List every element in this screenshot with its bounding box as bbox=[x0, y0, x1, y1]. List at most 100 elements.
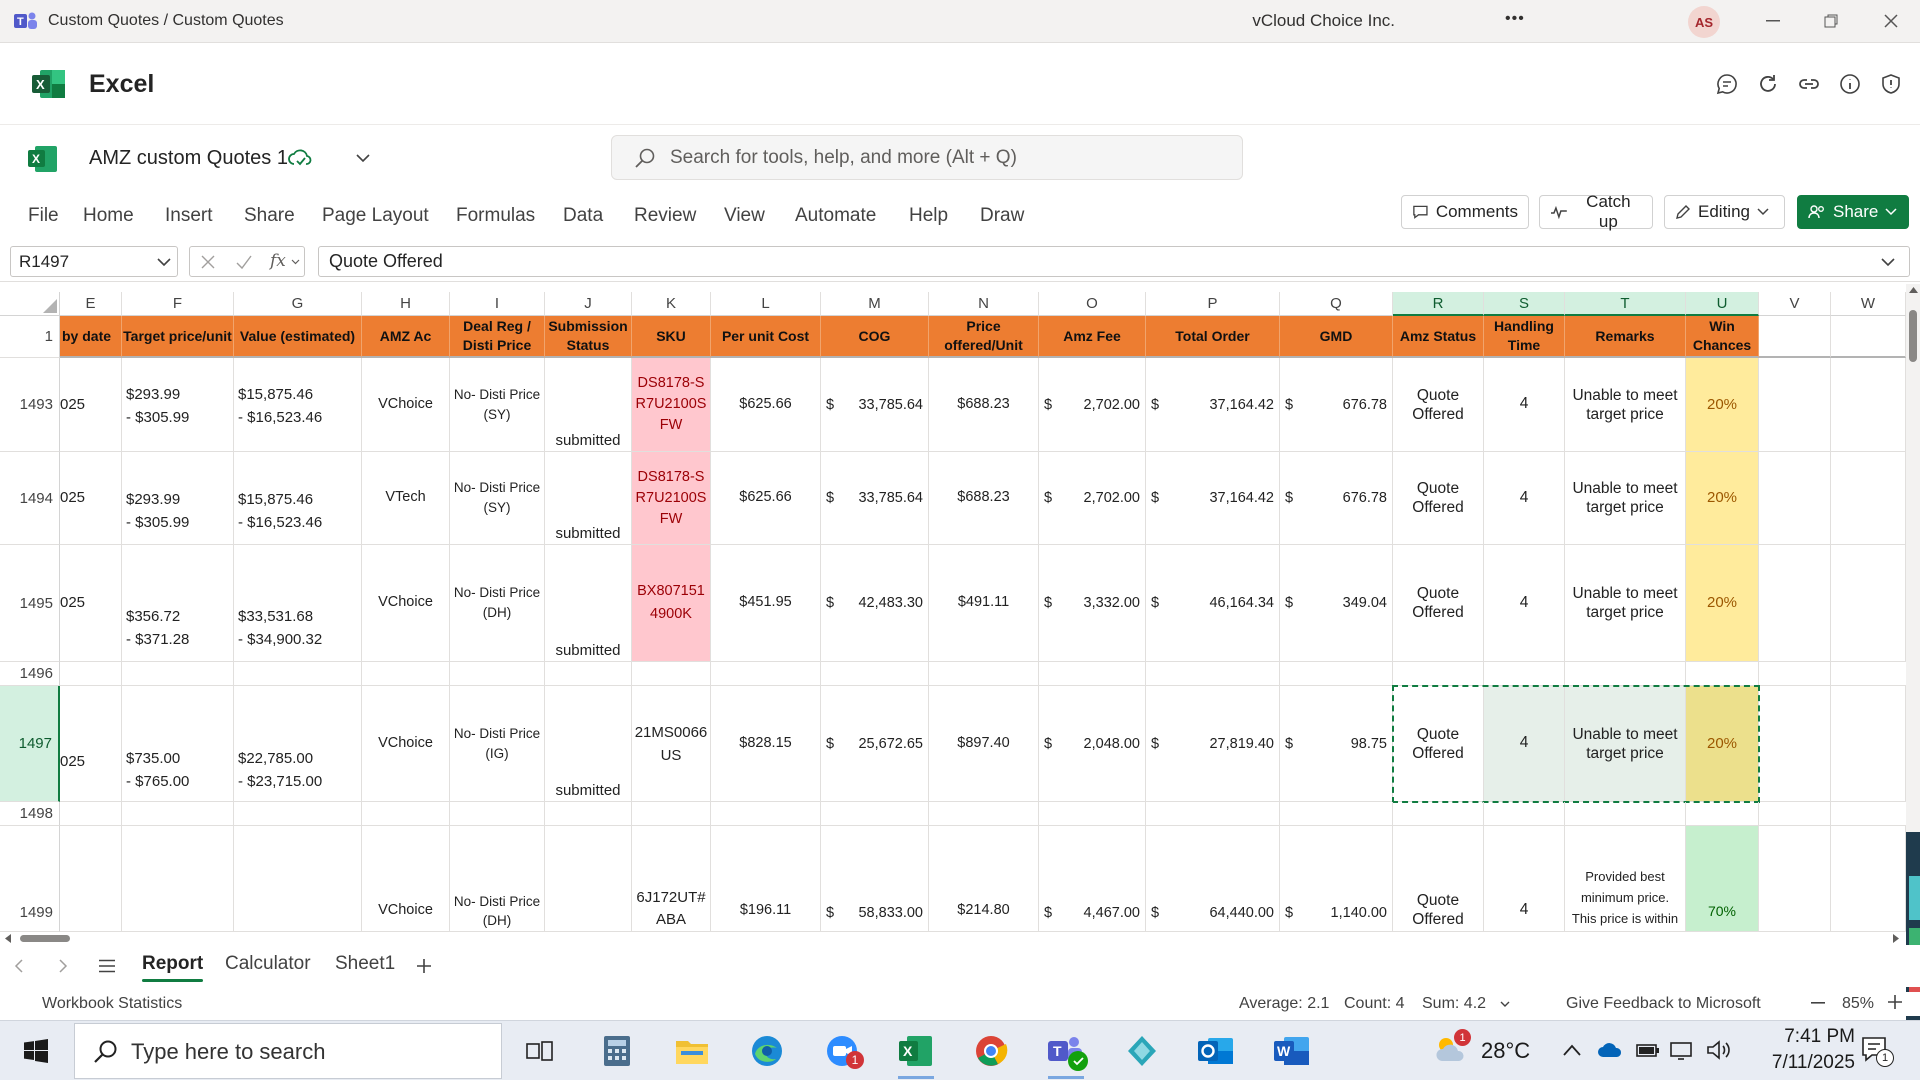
windows-start-icon[interactable] bbox=[14, 1029, 58, 1073]
tab-file[interactable]: File bbox=[28, 201, 59, 231]
editing-mode-button[interactable]: Editing bbox=[1664, 195, 1785, 229]
header-cell[interactable]: Amz Fee bbox=[1039, 316, 1146, 358]
share-button[interactable]: Share bbox=[1797, 195, 1909, 229]
name-box[interactable]: R1497 bbox=[10, 246, 178, 277]
submission-status-cell[interactable]: submitted bbox=[545, 545, 632, 662]
total-order-cell[interactable]: $46,164.34 bbox=[1146, 545, 1280, 662]
deal-reg-cell[interactable]: No- Disti Price (SY) bbox=[450, 452, 545, 545]
comments-button[interactable]: Comments bbox=[1401, 195, 1529, 229]
header-cell[interactable]: Win Chances bbox=[1686, 316, 1759, 358]
cancel-icon[interactable] bbox=[200, 254, 216, 270]
unit-cost-cell[interactable]: $828.15 bbox=[711, 686, 821, 802]
submission-status-cell[interactable]: submitted bbox=[545, 358, 632, 452]
deal-reg-cell[interactable]: No- Disti Price (IG) bbox=[450, 686, 545, 802]
total-order-cell[interactable]: $37,164.42 bbox=[1146, 452, 1280, 545]
deal-reg-cell[interactable]: No- Disti Price (DH) bbox=[450, 826, 545, 932]
row-header[interactable]: 1498 bbox=[0, 802, 60, 826]
tab-automate[interactable]: Automate bbox=[795, 201, 876, 231]
header-cell[interactable]: Submission Status bbox=[545, 316, 632, 358]
temperature[interactable]: 28°C bbox=[1481, 1038, 1530, 1064]
row-header[interactable]: 1493 bbox=[0, 358, 60, 452]
column-header-w[interactable]: W bbox=[1831, 292, 1906, 316]
tab-view[interactable]: View bbox=[724, 201, 765, 231]
sku-cell[interactable]: 6J172UT# ABA bbox=[632, 826, 711, 932]
amz-fee-cell[interactable]: $2,048.00 bbox=[1039, 686, 1146, 802]
handling-time-cell[interactable]: 4 bbox=[1484, 358, 1565, 452]
unit-cost-cell[interactable]: $451.95 bbox=[711, 545, 821, 662]
search-input[interactable] bbox=[670, 145, 1210, 171]
chevron-down-icon[interactable] bbox=[1500, 1001, 1510, 1008]
column-header-h[interactable]: H bbox=[362, 292, 450, 316]
sheet-tab-report[interactable]: Report bbox=[142, 953, 204, 982]
submission-status-cell[interactable]: submitted bbox=[545, 686, 632, 802]
info-icon[interactable] bbox=[1837, 71, 1863, 97]
empty-cell[interactable] bbox=[1759, 452, 1831, 545]
unit-cost-cell[interactable]: $625.66 bbox=[711, 358, 821, 452]
amz-status-cell[interactable]: Quote Offered bbox=[1393, 545, 1484, 662]
column-header-m[interactable]: M bbox=[821, 292, 929, 316]
zoom-app-icon[interactable]: 1 bbox=[820, 1029, 864, 1073]
column-header-p[interactable]: P bbox=[1146, 292, 1280, 316]
zoom-out-icon[interactable] bbox=[1811, 1002, 1825, 1005]
column-header-r[interactable]: R bbox=[1393, 292, 1484, 316]
empty-cell[interactable] bbox=[60, 826, 122, 932]
row-header[interactable]: 1499 bbox=[0, 826, 60, 932]
more-options-icon[interactable]: ••• bbox=[1505, 10, 1525, 28]
empty-cell[interactable] bbox=[545, 826, 632, 932]
target-price-cell[interactable]: $293.99 - $305.99 bbox=[122, 452, 234, 545]
tab-data[interactable]: Data bbox=[563, 201, 603, 231]
spreadsheet-grid[interactable]: E F G H I J K L M N O P Q R S T U V W 1 … bbox=[0, 292, 1906, 932]
row-header[interactable]: 1 bbox=[0, 316, 60, 358]
tab-share[interactable]: Share bbox=[244, 201, 295, 231]
empty-cell[interactable] bbox=[1759, 686, 1831, 802]
catch-up-button[interactable]: Catch up bbox=[1539, 192, 1653, 231]
tab-formulas[interactable]: Formulas bbox=[456, 201, 535, 231]
clock-date[interactable]: 7/11/2025 bbox=[1745, 1052, 1855, 1074]
header-cell[interactable]: AMZ Ac bbox=[362, 316, 450, 358]
date-cell[interactable]: 025 bbox=[60, 452, 122, 545]
empty-row[interactable] bbox=[60, 802, 1906, 826]
gmd-cell[interactable]: $349.04 bbox=[1280, 545, 1393, 662]
column-header-q[interactable]: Q bbox=[1280, 292, 1393, 316]
gmd-cell[interactable]: $98.75 bbox=[1280, 686, 1393, 802]
link-icon[interactable] bbox=[1796, 71, 1822, 97]
restore-icon[interactable] bbox=[1816, 8, 1846, 34]
row-header[interactable]: 1497 bbox=[0, 686, 60, 802]
value-cell[interactable]: $15,875.46 - $16,523.46 bbox=[234, 452, 362, 545]
excel-app-icon[interactable]: X bbox=[894, 1029, 938, 1079]
feedback-link[interactable]: Give Feedback to Microsoft bbox=[1566, 995, 1761, 1013]
empty-cell[interactable] bbox=[1759, 826, 1831, 932]
tab-draw[interactable]: Draw bbox=[980, 201, 1024, 231]
price-offered-cell[interactable]: $214.80 bbox=[929, 826, 1039, 932]
amz-status-cell[interactable]: Quote Offered bbox=[1393, 358, 1484, 452]
header-cell[interactable]: by date bbox=[60, 316, 122, 358]
value-cell[interactable]: $15,875.46 - $16,523.46 bbox=[234, 358, 362, 452]
column-header-o[interactable]: O bbox=[1039, 292, 1146, 316]
deal-reg-cell[interactable]: No- Disti Price (SY) bbox=[450, 358, 545, 452]
cog-cell[interactable]: $33,785.64 bbox=[821, 452, 929, 545]
empty-cell[interactable] bbox=[1831, 358, 1906, 452]
scrollbar-thumb[interactable] bbox=[20, 935, 70, 942]
chrome-browser-icon[interactable] bbox=[969, 1029, 1013, 1073]
column-header-v[interactable]: V bbox=[1759, 292, 1831, 316]
empty-cell[interactable] bbox=[1831, 826, 1906, 932]
task-view-icon[interactable] bbox=[518, 1029, 562, 1073]
amz-status-cell[interactable]: Quote Offered bbox=[1393, 452, 1484, 545]
column-header-l[interactable]: L bbox=[711, 292, 821, 316]
avatar[interactable]: AS bbox=[1688, 6, 1720, 38]
remarks-cell[interactable]: Unable to meet target price bbox=[1565, 545, 1686, 662]
scroll-up-icon[interactable] bbox=[1909, 286, 1918, 293]
header-cell[interactable]: SKU bbox=[632, 316, 711, 358]
workbook-name[interactable]: AMZ custom Quotes 1 bbox=[89, 147, 288, 170]
notifications-icon[interactable]: 1 bbox=[1860, 1035, 1894, 1068]
zoom-in-icon[interactable] bbox=[1888, 995, 1902, 1009]
win-chance-cell[interactable]: 70% bbox=[1686, 826, 1759, 932]
search-box[interactable] bbox=[611, 135, 1243, 180]
scroll-left-icon[interactable] bbox=[4, 934, 11, 943]
column-header-k[interactable]: K bbox=[632, 292, 711, 316]
shield-icon[interactable] bbox=[1878, 71, 1904, 97]
amz-account-cell[interactable]: VChoice bbox=[362, 358, 450, 452]
chat-icon[interactable] bbox=[1714, 71, 1740, 97]
header-cell[interactable]: GMD bbox=[1280, 316, 1393, 358]
header-cell[interactable]: Remarks bbox=[1565, 316, 1686, 358]
